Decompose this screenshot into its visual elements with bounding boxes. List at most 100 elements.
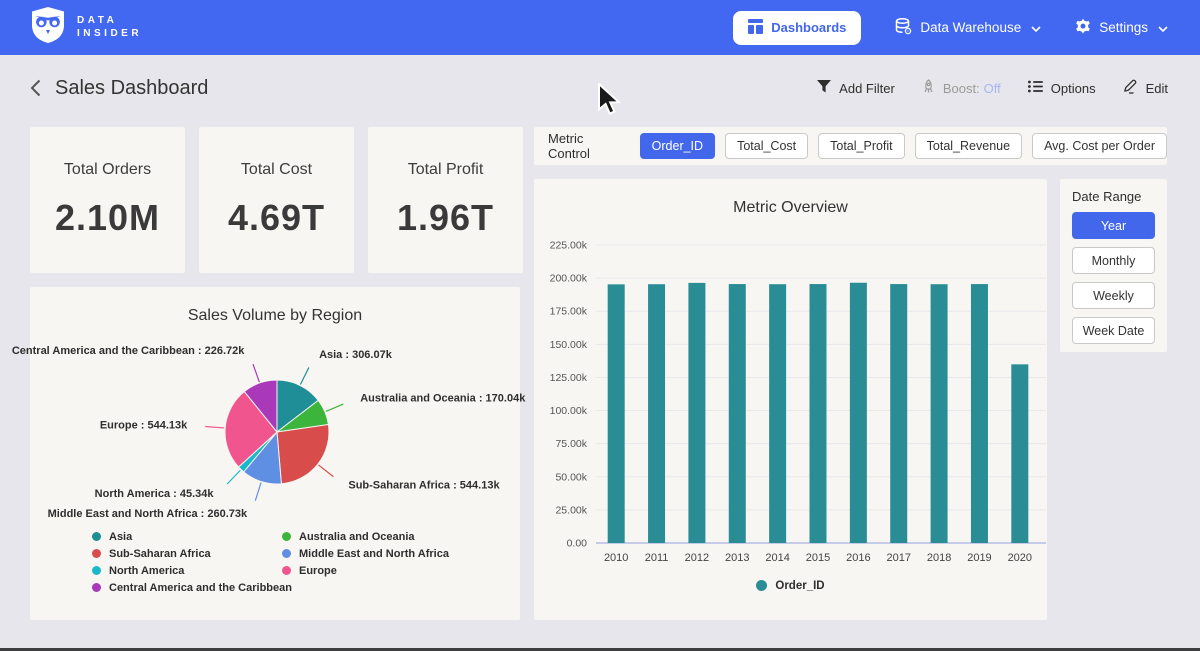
list-icon — [1028, 80, 1043, 96]
kpi-row: Total Orders 2.10M Total Cost 4.69T Total Pr… — [30, 127, 523, 273]
date-range-option-monthly[interactable]: Monthly — [1072, 247, 1155, 274]
pie-label: Sub-Saharan Africa : 544.13k — [348, 479, 500, 491]
bar-chart[interactable]: 0.0025.00k50.00k75.00k100.00k125.00k150.… — [534, 227, 1047, 577]
legend-item-north-america[interactable]: North America — [92, 565, 292, 576]
database-icon — [895, 18, 912, 38]
svg-text:100.00k: 100.00k — [550, 405, 588, 417]
dashboards-label: Dashboards — [771, 20, 846, 35]
legend-dot-icon — [282, 532, 291, 541]
kpi-value: 4.69T — [228, 197, 325, 239]
date-range-option-year[interactable]: Year — [1072, 212, 1155, 239]
bar-chart-title: Metric Overview — [534, 179, 1047, 217]
legend-item[interactable]: Order_ID — [756, 580, 824, 591]
svg-text:2016: 2016 — [846, 552, 870, 564]
legend-item-asia[interactable]: Asia — [92, 531, 292, 542]
legend-label: Central America and the Caribbean — [109, 582, 292, 594]
bar-2014[interactable] — [769, 284, 786, 543]
boost-state: Off — [984, 81, 1001, 96]
legend-item-central-america-and-the-caribbean[interactable]: Central America and the Caribbean — [92, 582, 292, 593]
brand-logo[interactable]: DATA INSIDER — [30, 6, 142, 49]
kpi-card: Total Orders 2.10M — [30, 127, 185, 273]
svg-text:2015: 2015 — [806, 552, 830, 564]
date-range-option-week-date[interactable]: Week Date — [1072, 317, 1155, 344]
legend-item-middle-east-and-north-africa[interactable]: Middle East and North Africa — [282, 548, 449, 559]
bar-2015[interactable] — [810, 284, 827, 543]
top-nav: DATA INSIDER Dashboards — [0, 0, 1200, 55]
brand-line2: INSIDER — [77, 29, 142, 39]
bar-2012[interactable] — [688, 283, 705, 543]
pie-chart[interactable]: Asia : 306.07kAustralia and Oceania : 17… — [30, 329, 520, 529]
pie-chart-card: Sales Volume by Region Asia : 306.07kAus… — [30, 287, 520, 620]
legend-dot-icon — [282, 566, 291, 575]
legend-label: Australia and Oceania — [299, 531, 415, 543]
pie-label: Middle East and North Africa : 260.73k — [48, 508, 248, 520]
bar-2020[interactable] — [1011, 364, 1028, 543]
metric-option-total-profit[interactable]: Total_Profit — [818, 133, 905, 159]
legend-dot-icon — [92, 532, 101, 541]
svg-text:225.00k: 225.00k — [550, 240, 588, 252]
svg-text:2020: 2020 — [1008, 552, 1032, 564]
kpi-value: 2.10M — [55, 197, 160, 239]
metric-option-avg-cost-per-order[interactable]: Avg. Cost per Order — [1032, 133, 1167, 159]
bar-2017[interactable] — [890, 284, 907, 543]
filter-icon — [817, 80, 831, 96]
page-header: Sales Dashboard Add Filter Boost: Off — [0, 55, 1200, 121]
pie-label: Asia : 306.07k — [319, 349, 393, 361]
options-label: Options — [1051, 81, 1096, 96]
pie-slice-sub-saharan-africa[interactable] — [277, 425, 329, 484]
metric-control-label: Metric Control — [548, 131, 616, 161]
metric-option-total-revenue[interactable]: Total_Revenue — [915, 133, 1022, 159]
svg-text:2014: 2014 — [765, 552, 789, 564]
bar-2019[interactable] — [971, 284, 988, 543]
boost-label: Boost: — [943, 81, 980, 96]
kpi-label: Total Profit — [408, 161, 484, 179]
pie-label: Central America and the Caribbean : 226.… — [12, 345, 245, 357]
boost-toggle[interactable]: Boost: Off — [922, 79, 1001, 97]
svg-text:25.00k: 25.00k — [555, 504, 587, 516]
pie-label: Europe : 544.13k — [100, 419, 188, 431]
svg-text:2018: 2018 — [927, 552, 951, 564]
legend-label: Middle East and North Africa — [299, 548, 449, 560]
bar-2010[interactable] — [608, 284, 625, 543]
brand-text: DATA INSIDER — [77, 16, 142, 39]
legend-item-europe[interactable]: Europe — [282, 565, 449, 576]
date-range-option-weekly[interactable]: Weekly — [1072, 282, 1155, 309]
bar-2016[interactable] — [850, 283, 867, 543]
metric-option-order-id[interactable]: Order_ID — [640, 133, 715, 159]
settings-menu[interactable]: Settings — [1075, 18, 1168, 37]
dashboards-button[interactable]: Dashboards — [733, 11, 861, 45]
legend-dot-icon — [92, 549, 101, 558]
nav-menu: Dashboards Data Warehouse — [733, 11, 1168, 45]
owl-logo-icon — [30, 6, 66, 49]
edit-button[interactable]: Edit — [1123, 79, 1168, 97]
pie-label: Australia and Oceania : 170.04k — [360, 393, 526, 405]
bar-2013[interactable] — [729, 284, 746, 543]
add-filter-button[interactable]: Add Filter — [817, 80, 895, 96]
back-button[interactable] — [30, 79, 41, 97]
kpi-card: Total Profit1.96T — [368, 127, 523, 273]
metric-option-total-cost[interactable]: Total_Cost — [725, 133, 808, 159]
bar-chart-card: Metric Overview 0.0025.00k50.00k75.00k10… — [534, 179, 1047, 620]
legend-dot-icon — [92, 583, 101, 592]
svg-text:0.00: 0.00 — [567, 538, 588, 550]
bar-2011[interactable] — [648, 284, 665, 543]
svg-text:50.00k: 50.00k — [555, 471, 587, 483]
pie-legend-column: Asia Sub-Saharan Africa North America Centr… — [92, 531, 292, 593]
kpi-label: Total Cost — [241, 161, 312, 179]
options-button[interactable]: Options — [1028, 80, 1096, 96]
settings-label: Settings — [1099, 20, 1148, 35]
bar-2018[interactable] — [931, 284, 948, 543]
dashboards-grid-icon — [748, 19, 763, 37]
svg-text:2019: 2019 — [967, 552, 991, 564]
legend-label: Sub-Saharan Africa — [109, 548, 211, 560]
legend-label: North America — [109, 565, 184, 577]
kpi-label: Total Orders — [64, 161, 151, 179]
data-warehouse-menu[interactable]: Data Warehouse — [895, 18, 1041, 38]
svg-text:2012: 2012 — [685, 552, 709, 564]
pie-legend-column: Australia and Oceania Middle East and Nor… — [282, 531, 449, 576]
legend-item-sub-saharan-africa[interactable]: Sub-Saharan Africa — [92, 548, 292, 559]
bar-chart-legend: Order_ID — [534, 580, 1047, 591]
legend-item-australia-and-oceania[interactable]: Australia and Oceania — [282, 531, 449, 542]
chevron-down-icon — [1158, 20, 1168, 35]
legend-dot-icon — [282, 549, 291, 558]
